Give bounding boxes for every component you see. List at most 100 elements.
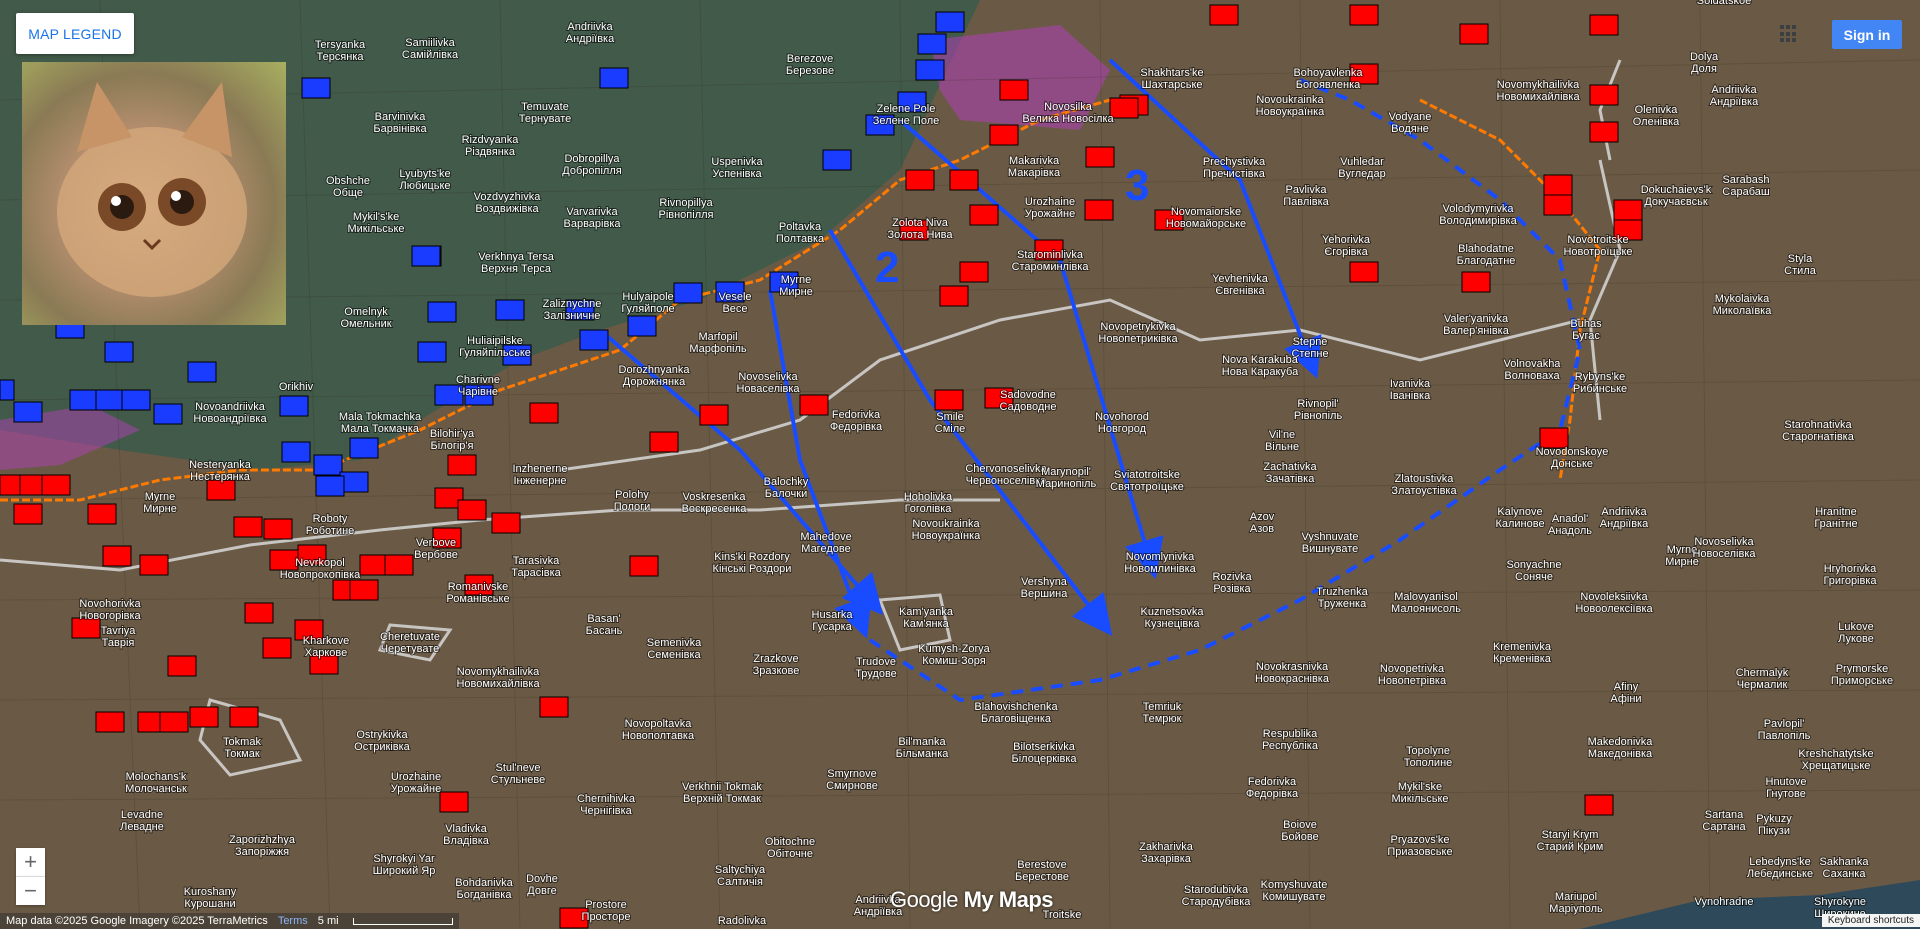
russian-unit: [905, 169, 935, 191]
russian-unit: [1461, 271, 1491, 293]
terms-link[interactable]: Terms: [278, 915, 308, 927]
russian-unit: [95, 711, 125, 733]
place-label: Komyshuvate Комишувате: [1261, 879, 1328, 903]
russian-unit: [1539, 427, 1569, 449]
place-label: Vodyane Водяне: [1389, 111, 1432, 135]
place-label: Novoandriivka Новоандрiївка: [193, 401, 267, 425]
place-label: Myrne Мирне: [779, 274, 813, 298]
place-label: Bilotserkivka Бiлоцеркiвка: [1011, 741, 1077, 765]
place-label: Kuroshany Курошани: [184, 886, 237, 910]
attribution-text: Map data ©2025 Google Imagery ©2025 Terr…: [6, 915, 268, 927]
place-label: Truzhenka Труженка: [1316, 586, 1368, 610]
sign-in-button[interactable]: Sign in: [1832, 20, 1902, 49]
place-label: Vershyna Вершина: [1021, 576, 1069, 600]
place-label: Shyrokyi Yar Широкий Яр: [373, 853, 436, 877]
place-label: Vuhledar Вугледар: [1338, 156, 1385, 180]
place-label: Sartana Сартана: [1702, 809, 1746, 833]
place-label: Kreshchatytske Хрещатицьке: [1798, 748, 1873, 772]
place-label: Soldatskoe: [1697, 0, 1751, 7]
place-label: Kharkove Харкове: [303, 635, 349, 659]
place-label: Zolota Niva Золота Нива: [888, 217, 954, 241]
ukrainian-unit: [495, 299, 525, 321]
place-label: Pavlopil' Павлопiль: [1758, 718, 1811, 742]
google-wordmark: Google: [890, 887, 958, 912]
place-label: Starohnativka Старогнатiвка: [1782, 419, 1855, 443]
place-label: Mala Tokmachka Мала Токмачка: [339, 411, 422, 435]
place-label: Nova Karakuba Нова Каракуба: [1222, 354, 1299, 378]
place-label: Polohy Пологи: [614, 489, 651, 513]
apps-grid-icon[interactable]: [1780, 25, 1798, 43]
russian-unit: [539, 696, 569, 718]
place-label: Chermalyk Чермалик: [1736, 667, 1789, 691]
place-label: Ivanivka Iванiвка: [1390, 378, 1431, 402]
russian-unit: [1085, 146, 1115, 168]
zoom-out-button[interactable]: −: [16, 877, 45, 905]
keyboard-shortcuts-link[interactable]: Keyboard shortcuts: [1821, 914, 1920, 927]
place-label: Mykolaivka Миколаївка: [1713, 293, 1773, 317]
place-label: Rivnopillya Рiвнопiлля: [658, 197, 713, 221]
place-label: Semenivka Семенiвка: [647, 637, 702, 661]
ukrainian-unit: [153, 403, 183, 425]
place-label: Levadne Левадне: [120, 809, 164, 833]
ukrainian-unit: [411, 245, 441, 267]
place-label: Zachativka Зачатiвка: [1263, 461, 1317, 485]
russian-unit: [269, 549, 299, 571]
place-label: Vladivka Владiвка: [443, 823, 490, 847]
place-label: Rozivka Розiвка: [1212, 571, 1252, 595]
place-label: Andriivka Андрiївка: [1600, 506, 1649, 530]
satellite-map[interactable]: 2 3 Tersyanka ТерсянкаSamiilivka Самiйлi…: [0, 0, 1920, 929]
place-label: Novomaiorske Новомайорське: [1166, 206, 1246, 230]
russian-unit: [439, 791, 469, 813]
place-label: Kumysh-Zorya Комиш-Зоря: [918, 643, 990, 667]
place-label: Novopoltavka Новополтавка: [622, 718, 695, 742]
russian-unit: [359, 554, 389, 576]
place-label: Nesteryanka Нестерянка: [189, 459, 252, 483]
google-mymaps-logo: Google My Maps: [890, 887, 1054, 913]
russian-unit: [139, 554, 169, 576]
place-label: Vozdvyzhivka Воздвижiвка: [474, 191, 542, 215]
place-label: Zlatoustivka Златоустiвка: [1391, 473, 1457, 497]
ukrainian-unit: [349, 437, 379, 459]
place-label: Prostore Просторе: [582, 899, 631, 923]
map-legend-button[interactable]: MAP LEGEND: [16, 13, 134, 54]
zoom-in-button[interactable]: +: [16, 848, 45, 877]
ukrainian-unit: [915, 59, 945, 81]
place-label: Pykuzy Пiкузи: [1756, 813, 1792, 837]
ukrainian-unit: [627, 315, 657, 337]
map-footer: Map data ©2025 Google Imagery ©2025 Terr…: [0, 913, 459, 929]
place-label: Valer'yanivka Валер'янiвка: [1443, 313, 1510, 337]
place-label: Hranitne Гранiтне: [1814, 506, 1857, 530]
ukrainian-unit: [917, 33, 947, 55]
place-label: Romanivske Романiвське: [446, 581, 509, 605]
place-label: Huliaipilske Гуляйпiльське: [459, 335, 531, 359]
russian-unit: [1589, 121, 1619, 143]
russian-unit: [989, 124, 1019, 146]
place-label: Anadol' Анадоль: [1548, 513, 1592, 537]
place-label: Andriivka Андрiївка: [566, 21, 615, 45]
place-label: Temriuk Темрюк: [1143, 701, 1182, 725]
russian-unit: [1209, 4, 1239, 26]
place-label: Zakharivka Захарiвка: [1139, 841, 1194, 865]
place-label: Urozhaine Урожайне: [391, 771, 441, 795]
place-label: Smile Смiле: [935, 411, 966, 435]
place-label: Novoukrainka Новоукраїнка: [912, 518, 982, 542]
ukrainian-unit: [579, 329, 609, 351]
russian-unit: [1109, 97, 1139, 119]
ukrainian-unit: [935, 11, 965, 33]
place-label: Volodymyrivka Володимирiвка: [1439, 203, 1517, 227]
place-label: Staryi Krym Старий Крим: [1537, 829, 1604, 853]
russian-unit: [189, 706, 219, 728]
place-label: Hoholivka Гоголiвка: [904, 491, 953, 515]
ukrainian-unit: [301, 77, 331, 99]
russian-unit: [491, 512, 521, 534]
place-label: Orikhiv: [279, 381, 314, 393]
russian-unit: [1349, 261, 1379, 283]
place-label: Tarasivka Тарасiвка: [511, 555, 561, 579]
place-label: Kremenivka Кременiвка: [1493, 641, 1552, 665]
place-label: Basan' Басань: [586, 613, 623, 637]
place-label: Vil'ne Вiльне: [1265, 429, 1299, 453]
place-label: Vynohradne: [1695, 896, 1754, 908]
place-label: Pryazovs'ke Приазовське: [1387, 834, 1452, 858]
scale-bar: [352, 917, 453, 925]
russian-unit: [13, 503, 43, 525]
